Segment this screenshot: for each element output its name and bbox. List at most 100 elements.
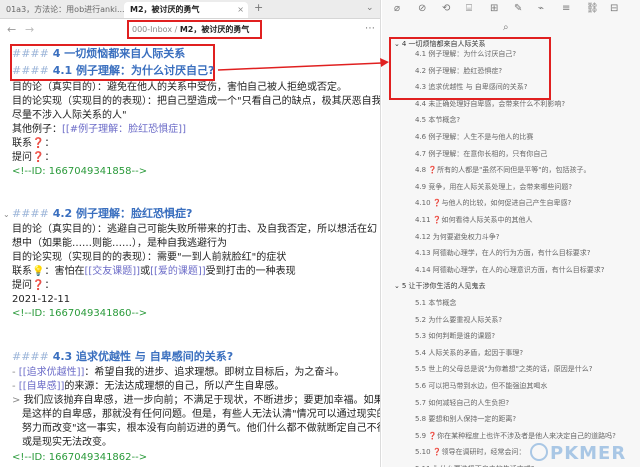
outline-item-label: 5.7 如何减轻自己的人生负担? (415, 398, 510, 407)
outline-item[interactable]: 5.5 世上的父母总是说"为你着想"之类的话，原因是什么? (415, 364, 593, 374)
outline-item[interactable]: 5.8 要想和别人保持一定的距离? (415, 414, 516, 424)
relate-text: ：害怕在 (44, 266, 85, 277)
tab-label: M2，被讨厌的勇气 (130, 5, 200, 14)
more-options-icon[interactable]: ⋯ (365, 23, 375, 34)
heading-4-3[interactable]: #### 4.3 追求优越性 与 自卑感间的关系? (12, 350, 233, 364)
list-icon[interactable]: ≡ (562, 3, 570, 14)
outline-item[interactable]: ⌄ 5 让干涉你生活的人见鬼去 (394, 281, 486, 291)
collapse-icon[interactable]: ⊟ (610, 3, 618, 14)
outline-item[interactable]: 4.4 未正确处理好自卑感，会带来什么不利影响? (415, 99, 565, 109)
calendar-icon[interactable]: ⌸ (466, 3, 472, 14)
breadcrumb-file[interactable]: M2，被讨厌的勇气 (180, 25, 250, 34)
search-icon[interactable]: ⌕ (503, 22, 509, 33)
outline-item-label: 4.14 阿德勒心理学，在人的心理意识方面，有什么目标要求? (415, 265, 605, 274)
refresh-icon[interactable]: ⟲ (442, 3, 450, 14)
outline-item-label: 5.8 要想和别人保持一定的距离? (415, 415, 517, 424)
outline-item[interactable]: 4.8 ❓所有的人都是"虽然不同但是平等"的，包括孩子。 (415, 165, 591, 175)
heading-text: 4.1 例子理解：为什么讨厌自己? (52, 64, 215, 77)
outline-item-label: 5.2 为什么要重视人际关系? (415, 315, 503, 324)
text-line: 目的论实现（实现目的的表现）：把自己塑造成一个"只看自己的缺点，极其厌恶自我， (12, 96, 381, 107)
back-arrow-icon[interactable]: ← (7, 23, 16, 36)
outline-item-label: 4.12 为何要避免权力斗争? (415, 232, 500, 241)
ask-line: 提问❓： (12, 151, 54, 165)
view-header: ← → 000-Inbox / M2，被讨厌的勇气 ⋯ (0, 19, 380, 41)
pkmer-watermark: PKMER (550, 443, 627, 464)
outline-item[interactable]: 4.11 ❓如何看待人际关系中的其他人 (415, 215, 533, 225)
heading-marks: #### (12, 47, 49, 60)
heading-text: 4 一切烦恼都来自人际关系 (52, 47, 186, 60)
outline-item-label: 4.13 阿德勒心理学，在人的行为方面，有什么目标要求? (415, 249, 591, 258)
bullet-icon: - (12, 381, 19, 392)
question-mark-icon: ❓ (32, 280, 45, 291)
edit-icon[interactable]: ✎ (514, 3, 522, 14)
outline-item-label: 4.10 ❓与他人的比较，如何促进自己产生自卑感? (415, 199, 572, 208)
bullet-line: - [[自卑感]]的来源：无法达成理想的自己，所以产生自卑感。 (12, 380, 284, 394)
colon: ： (44, 138, 55, 149)
link-icon[interactable]: ⛓ (586, 3, 599, 14)
bullet-text: ：希望自我的进步、追求理想。即树立目标后，为之奋斗。 (84, 367, 345, 378)
tab-courage-to-be-disliked[interactable]: M2，被讨厌的勇气 × (124, 2, 248, 18)
outline-item[interactable]: 4.13 阿德勒心理学，在人的行为方面，有什么目标要求? (415, 248, 591, 258)
tab-label: 01a3，方法论：用ob进行anki... (6, 5, 124, 14)
outline-item-label: 4.4 未正确处理好自卑感，会带来什么不利影响? (415, 99, 566, 108)
internal-link[interactable]: [[爱的课题]] (150, 266, 206, 277)
relate-line: 联系❓： (12, 137, 54, 151)
blocked-icon[interactable]: ⊘ (418, 3, 426, 14)
internal-link[interactable]: [[自卑感]] (19, 381, 65, 392)
tab-list-icon[interactable]: ⌄ (366, 3, 374, 13)
relate-label: 联系 (12, 138, 32, 149)
heading-4-1[interactable]: #### 4.1 例子理解：为什么讨厌自己? (12, 64, 214, 78)
heading-4[interactable]: #### 4 一切烦恼都来自人际关系 (12, 47, 185, 61)
grid-icon[interactable]: ⊞ (490, 3, 498, 14)
add-tab-icon[interactable]: + (254, 1, 263, 14)
outline-item[interactable]: 4.10 ❓与他人的比较，如何促进自己产生自卑感? (415, 198, 571, 208)
outline-item[interactable]: 5.7 如何减轻自己的人生负担? (415, 398, 509, 408)
ask-label: 提问 (12, 152, 32, 163)
outline-item[interactable]: 4.6 例子理解：人生不是与他人的比赛 (415, 132, 533, 142)
close-icon[interactable]: × (237, 2, 244, 18)
outline-item[interactable]: 5.10 ❓领导在调研时，经常会问： (415, 447, 526, 457)
relate-line: 联系💡：害怕在[[交友课题]]或[[爱的课题]]受到打击的一种表现 (12, 265, 296, 279)
outline-item[interactable]: 5.1 本节概念 (415, 298, 456, 308)
pkmer-logo-icon (530, 443, 548, 461)
chevron-down-icon[interactable]: ⌄ (394, 282, 400, 290)
outline-item[interactable]: 5.3 如何判断是谁的课题? (415, 331, 495, 341)
heading-marks: #### (12, 64, 49, 77)
outline-item-label: 5.10 ❓领导在调研时，经常会问： (415, 448, 526, 457)
quote-text: 我们应该抛弃自卑感，进一步向前；不满足于现状，不断进步；要更加幸福。如果 (23, 395, 381, 406)
breadcrumb-folder[interactable]: 000-Inbox (132, 25, 172, 34)
internal-link[interactable]: [[追求优越性]] (19, 367, 85, 378)
internal-link[interactable]: [[交友课题]] (84, 266, 140, 277)
tab-anki-method[interactable]: 01a3，方法论：用ob进行anki... (0, 2, 124, 18)
outline-highlight-box (389, 37, 551, 100)
outline-item[interactable]: 4.12 为何要避免权力斗争? (415, 232, 500, 242)
ask-label: 提问 (12, 280, 32, 291)
outline-item[interactable]: 5.4 人际关系的矛盾，起因于事理? (415, 348, 523, 358)
quote-mark-icon: > (12, 395, 24, 406)
forward-arrow-icon[interactable]: → (25, 23, 34, 36)
tab-bar: 01a3，方法论：用ob进行anki... M2，被讨厌的勇气 × + ⌄ (0, 0, 380, 19)
outline-item[interactable]: 4.5 本节概念? (415, 115, 460, 125)
outline-item-label: 5.9 ❓你在某种程度上也许不涉及者是他人来决定自己的道路吗? (415, 431, 616, 440)
bullet-line: - [[追求优越性]]：希望自我的进步、追求理想。即树立目标后，为之奋斗。 (12, 366, 344, 380)
internal-link[interactable]: [[#例子理解：脸红恐惧症]] (62, 124, 186, 135)
editor-pane: 01a3，方法论：用ob进行anki... M2，被讨厌的勇气 × + ⌄ ← … (0, 0, 381, 467)
heading-4-2[interactable]: #### 4.2 例子理解：脸红恐惧症? (12, 207, 192, 221)
text-line: 想中（如果能……则能……），是种自我逃避行为 (12, 238, 227, 249)
anki-id-comment: <!--ID: 1667049341862--> (12, 452, 148, 463)
outline-item[interactable]: 5.9 ❓你在某种程度上也许不涉及者是他人来决定自己的道路吗? (415, 431, 616, 441)
breadcrumb[interactable]: 000-Inbox / M2，被讨厌的勇气 (127, 20, 262, 39)
outline-item[interactable]: 5.2 为什么要重视人际关系? (415, 315, 502, 325)
outline-item[interactable]: 4.7 例子理解：在意你长相的，只有你自己 (415, 149, 547, 159)
outline-item-label: 5.6 可以把马带到水边，但不能强迫其喝水 (415, 382, 548, 390)
outline-item[interactable]: 4.9 竞争，用在人际关系处理上，会带来哪些问题? (415, 182, 572, 192)
outline-item[interactable]: 5.6 可以把马带到水边，但不能强迫其喝水 (415, 381, 547, 391)
pulse-icon[interactable]: ⌁ (538, 3, 544, 14)
quote-line: > 我们应该抛弃自卑感，进一步向前；不满足于现状，不断进步；要更加幸福。如果 (12, 394, 381, 408)
heading-marks: #### (12, 350, 49, 363)
outline-item[interactable]: 4.14 阿德勒心理学，在人的心理意识方面，有什么目标要求? (415, 265, 605, 275)
date-line: 2021-12-11 (12, 294, 71, 305)
no-symbol-icon[interactable]: ⌀ (394, 3, 400, 14)
fold-chevron-icon[interactable]: ⌄ (3, 210, 10, 219)
example-line: 其他例子：[[#例子理解：脸红恐惧症]] (12, 123, 186, 137)
